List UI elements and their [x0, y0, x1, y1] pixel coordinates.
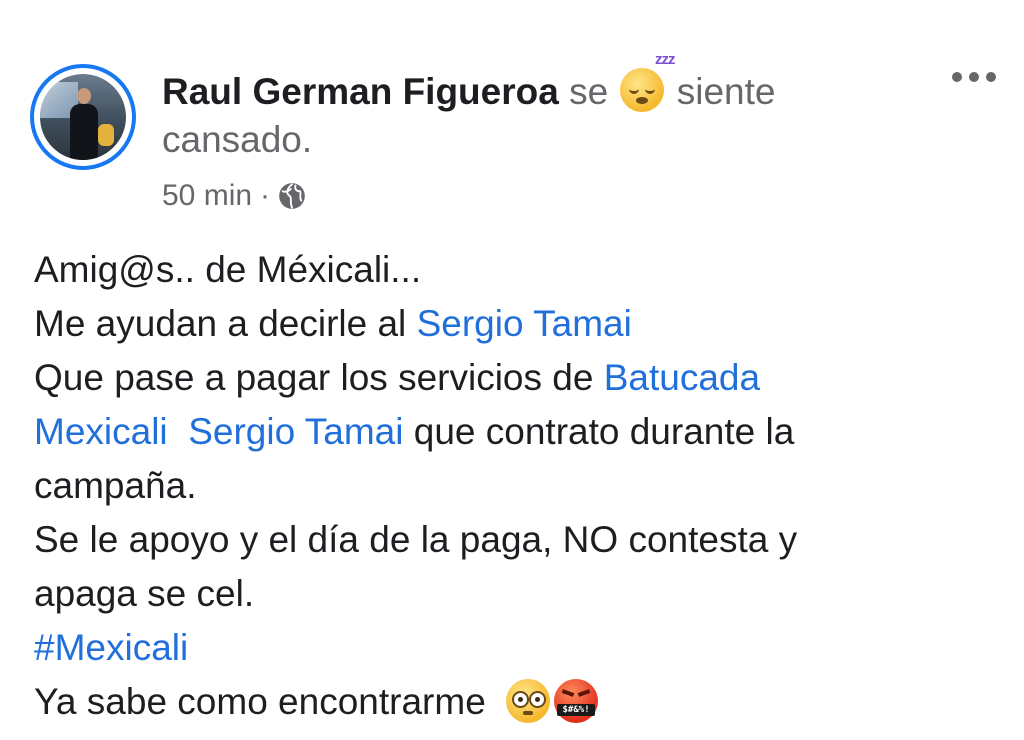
- text-line: Me ayudan a decirle al Sergio Tamai: [34, 297, 994, 351]
- text-segment: que contrato durante la: [403, 411, 795, 452]
- mention-sergio-tamai[interactable]: Sergio Tamai: [417, 303, 632, 344]
- text-segment: Ya sabe como encontrarme: [34, 681, 486, 722]
- text-segment: Me ayudan a decirle al: [34, 303, 417, 344]
- globe-icon[interactable]: [278, 182, 306, 210]
- text-segment: Que pase a pagar los servicios de: [34, 357, 604, 398]
- text-line: Amig@s.. de Méxicali...: [34, 243, 994, 297]
- facebook-post: Raul German Figueroa se zzz siente cansa…: [0, 0, 1024, 740]
- sleepy-face-icon: zzz: [620, 52, 675, 113]
- avatar[interactable]: [30, 64, 136, 170]
- text-line: Mexicali Sergio Tamai que contrato duran…: [34, 405, 994, 459]
- post-header: Raul German Figueroa se zzz siente cansa…: [162, 52, 882, 164]
- cursing-face-icon: $#&%!: [554, 679, 599, 724]
- post-timestamp[interactable]: 50 min: [162, 179, 252, 213]
- text-line: campaña.: [34, 459, 994, 513]
- mention-batucada-mexicali[interactable]: Mexicali: [34, 411, 168, 452]
- mention-batucada[interactable]: Batucada: [604, 357, 760, 398]
- text-segment: apaga se cel.: [34, 573, 255, 614]
- flushed-face-icon: [506, 679, 551, 724]
- feeling-text: cansado.: [162, 119, 313, 161]
- text-line: #Mexicali: [34, 621, 994, 675]
- text-segment: campaña.: [34, 465, 197, 506]
- feeling-prefix: se: [569, 71, 609, 112]
- text-line: Ya sabe como encontrarme $#&%!: [34, 675, 994, 729]
- profile-photo: [40, 74, 126, 160]
- feeling-suffix: siente: [676, 71, 776, 112]
- meta-separator: ·: [260, 179, 271, 212]
- text-segment: Se le apoyo y el día de la paga, NO cont…: [34, 519, 798, 560]
- more-options-icon[interactable]: [952, 72, 996, 82]
- post-meta: 50 min ·: [162, 176, 306, 216]
- author-name[interactable]: Raul German Figueroa: [162, 71, 559, 112]
- post-text: Amig@s.. de Méxicali... Me ayudan a deci…: [34, 243, 994, 729]
- cursing-symbols: $#&%!: [557, 704, 596, 717]
- text-greeting: Amig@s.. de Méxicali...: [34, 249, 422, 290]
- text-line: Se le apoyo y el día de la paga, NO cont…: [34, 513, 994, 567]
- text-line: apaga se cel.: [34, 567, 994, 621]
- text-line: Que pase a pagar los servicios de Batuca…: [34, 351, 994, 405]
- hashtag-mexicali[interactable]: #Mexicali: [34, 627, 188, 668]
- mention-sergio-tamai[interactable]: Sergio Tamai: [188, 411, 403, 452]
